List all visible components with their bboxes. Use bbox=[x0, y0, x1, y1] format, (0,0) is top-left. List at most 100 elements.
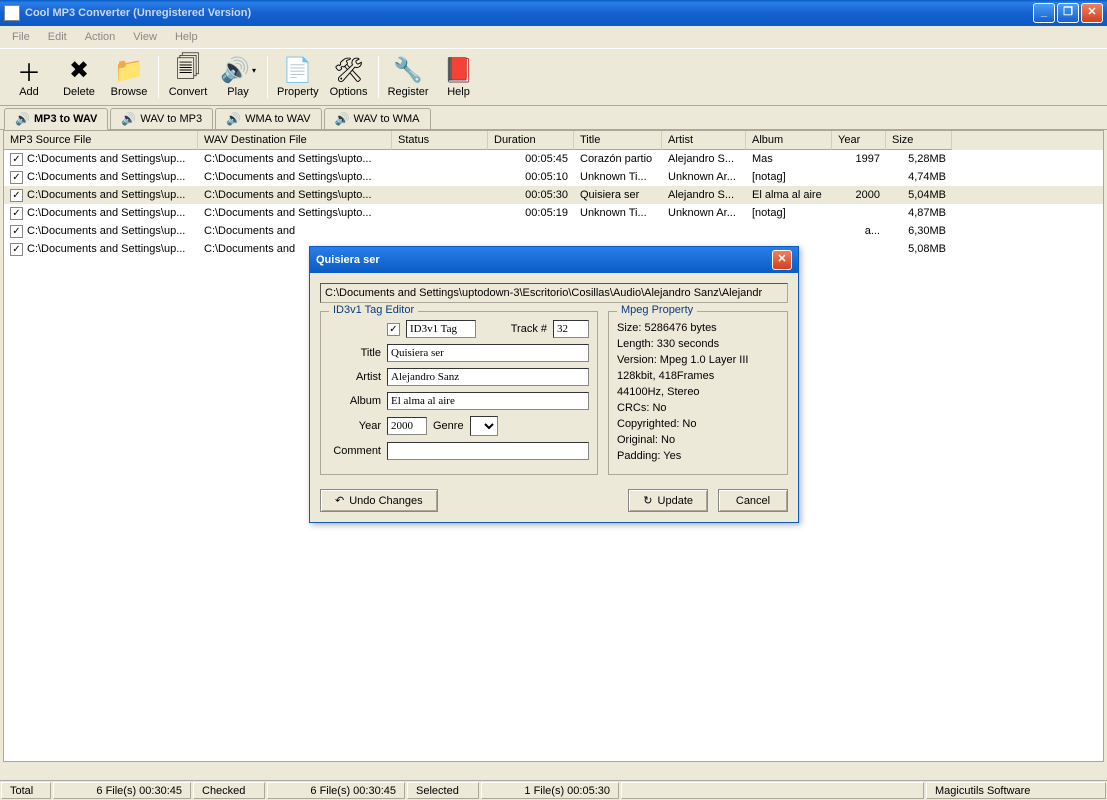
toolbar-delete-button[interactable]: ✖Delete bbox=[54, 50, 104, 104]
table-row[interactable]: ✓C:\Documents and Settings\up...C:\Docum… bbox=[4, 168, 1103, 186]
tab-wma-to-wav[interactable]: 🔊WMA to WAV bbox=[215, 108, 321, 129]
tab-wav-to-mp3[interactable]: 🔊WAV to MP3 bbox=[110, 108, 213, 129]
menu-file[interactable]: File bbox=[4, 29, 38, 45]
title-field[interactable] bbox=[387, 344, 589, 362]
refresh-icon: ↻ bbox=[643, 494, 652, 507]
window-title: Cool MP3 Converter (Unregistered Version… bbox=[25, 7, 1033, 19]
row-checkbox[interactable]: ✓ bbox=[10, 207, 23, 220]
genre-select[interactable] bbox=[470, 416, 498, 436]
table-row[interactable]: ✓C:\Documents and Settings\up...C:\Docum… bbox=[4, 186, 1103, 204]
toolbar: ＋Add✖Delete📁Browse🗐Convert🔊▾Play📄Propert… bbox=[0, 48, 1107, 106]
maximize-button[interactable]: ❐ bbox=[1057, 3, 1079, 23]
add-icon: ＋ bbox=[15, 56, 43, 84]
table-row[interactable]: ✓C:\Documents and Settings\up...C:\Docum… bbox=[4, 204, 1103, 222]
play-icon: 🔊▾ bbox=[224, 56, 252, 84]
menubar: FileEditActionViewHelp bbox=[0, 26, 1107, 48]
track-label: Track # bbox=[511, 323, 547, 335]
speaker-icon: 🔊 bbox=[335, 112, 349, 126]
speaker-icon: 🔊 bbox=[226, 112, 240, 126]
status-checked-label: Checked bbox=[193, 782, 265, 799]
row-checkbox[interactable]: ✓ bbox=[10, 153, 23, 166]
year-label: Year bbox=[329, 420, 381, 432]
table-row[interactable]: ✓C:\Documents and Settings\up...C:\Docum… bbox=[4, 150, 1103, 168]
mpeg-property-line: Size: 5286476 bytes bbox=[617, 320, 779, 336]
minimize-button[interactable]: _ bbox=[1033, 3, 1055, 23]
menu-edit[interactable]: Edit bbox=[40, 29, 75, 45]
update-button[interactable]: ↻Update bbox=[628, 489, 708, 512]
app-icon bbox=[4, 5, 20, 21]
menu-help[interactable]: Help bbox=[167, 29, 206, 45]
column-header[interactable]: Artist bbox=[662, 131, 746, 150]
undo-button[interactable]: ↶Undo Changes bbox=[320, 489, 438, 512]
tab-mp3-to-wav[interactable]: 🔊MP3 to WAV bbox=[4, 108, 108, 130]
comment-label: Comment bbox=[329, 445, 381, 457]
menu-action[interactable]: Action bbox=[77, 29, 124, 45]
column-header[interactable]: Size bbox=[886, 131, 952, 150]
dialog-titlebar[interactable]: Quisiera ser ✕ bbox=[310, 247, 798, 273]
column-header[interactable]: MP3 Source File bbox=[4, 131, 198, 150]
column-header[interactable]: Title bbox=[574, 131, 662, 150]
toolbar-convert-button[interactable]: 🗐Convert bbox=[163, 50, 213, 104]
id3-dialog: Quisiera ser ✕ C:\Documents and Settings… bbox=[309, 246, 799, 523]
column-header[interactable]: Album bbox=[746, 131, 832, 150]
row-checkbox[interactable]: ✓ bbox=[10, 225, 23, 238]
toolbar-register-button[interactable]: 🔧Register bbox=[383, 50, 434, 104]
undo-icon: ↶ bbox=[335, 494, 344, 507]
toolbar-add-button[interactable]: ＋Add bbox=[4, 50, 54, 104]
column-header[interactable]: WAV Destination File bbox=[198, 131, 392, 150]
dialog-close-button[interactable]: ✕ bbox=[772, 250, 792, 270]
toolbar-help-button[interactable]: 📕Help bbox=[434, 50, 484, 104]
mpeg-property-line: Copyrighted: No bbox=[617, 416, 779, 432]
dialog-title: Quisiera ser bbox=[316, 254, 772, 266]
album-label: Album bbox=[329, 395, 381, 407]
album-field[interactable] bbox=[387, 392, 589, 410]
mpeg-property-line: Version: Mpeg 1.0 Layer III bbox=[617, 352, 779, 368]
table-row[interactable]: ✓C:\Documents and Settings\up...C:\Docum… bbox=[4, 222, 1103, 240]
mpeg-property-line: 128kbit, 418Frames bbox=[617, 368, 779, 384]
id3v1-checkbox[interactable]: ✓ bbox=[387, 323, 400, 336]
browse-icon: 📁 bbox=[115, 56, 143, 84]
mpeg-legend: Mpeg Property bbox=[617, 304, 697, 316]
column-header[interactable]: Year bbox=[832, 131, 886, 150]
toolbar-options-button[interactable]: 🛠Options bbox=[324, 50, 374, 104]
statusbar: Total 6 File(s) 00:30:45 Checked 6 File(… bbox=[0, 780, 1107, 800]
window-titlebar: Cool MP3 Converter (Unregistered Version… bbox=[0, 0, 1107, 26]
toolbar-property-button[interactable]: 📄Property bbox=[272, 50, 324, 104]
comment-field[interactable] bbox=[387, 442, 589, 460]
tab-wav-to-wma[interactable]: 🔊WAV to WMA bbox=[324, 108, 431, 129]
mpeg-property-fieldset: Mpeg Property Size: 5286476 bytesLength:… bbox=[608, 311, 788, 475]
id3v1-tag-field[interactable] bbox=[406, 320, 476, 338]
close-button[interactable]: ✕ bbox=[1081, 3, 1103, 23]
file-path: C:\Documents and Settings\uptodown-3\Esc… bbox=[320, 283, 788, 303]
status-selected: 1 File(s) 00:05:30 bbox=[481, 782, 619, 799]
column-header[interactable]: Status bbox=[392, 131, 488, 150]
mpeg-property-line: Padding: Yes bbox=[617, 448, 779, 464]
mpeg-property-line: Original: No bbox=[617, 432, 779, 448]
id3-legend: ID3v1 Tag Editor bbox=[329, 304, 418, 316]
status-checked: 6 File(s) 00:30:45 bbox=[267, 782, 405, 799]
mpeg-property-line: CRCs: No bbox=[617, 400, 779, 416]
track-field[interactable] bbox=[553, 320, 589, 338]
toolbar-browse-button[interactable]: 📁Browse bbox=[104, 50, 154, 104]
genre-label: Genre bbox=[433, 420, 464, 432]
cancel-button[interactable]: Cancel bbox=[718, 489, 788, 512]
status-selected-label: Selected bbox=[407, 782, 479, 799]
status-total: 6 File(s) 00:30:45 bbox=[53, 782, 191, 799]
column-header[interactable]: Duration bbox=[488, 131, 574, 150]
list-header: MP3 Source FileWAV Destination FileStatu… bbox=[4, 131, 1103, 150]
toolbar-play-button[interactable]: 🔊▾Play bbox=[213, 50, 263, 104]
row-checkbox[interactable]: ✓ bbox=[10, 243, 23, 256]
register-icon: 🔧 bbox=[394, 56, 422, 84]
options-icon: 🛠 bbox=[335, 56, 363, 84]
status-vendor: Magicutils Software bbox=[926, 782, 1106, 799]
row-checkbox[interactable]: ✓ bbox=[10, 171, 23, 184]
row-checkbox[interactable]: ✓ bbox=[10, 189, 23, 202]
id3-fieldset: ID3v1 Tag Editor ✓ Track # Title Artist bbox=[320, 311, 598, 475]
artist-field[interactable] bbox=[387, 368, 589, 386]
menu-view[interactable]: View bbox=[125, 29, 165, 45]
artist-label: Artist bbox=[329, 371, 381, 383]
year-field[interactable] bbox=[387, 417, 427, 435]
delete-icon: ✖ bbox=[65, 56, 93, 84]
speaker-icon: 🔊 bbox=[121, 112, 135, 126]
mpeg-property-line: 44100Hz, Stereo bbox=[617, 384, 779, 400]
